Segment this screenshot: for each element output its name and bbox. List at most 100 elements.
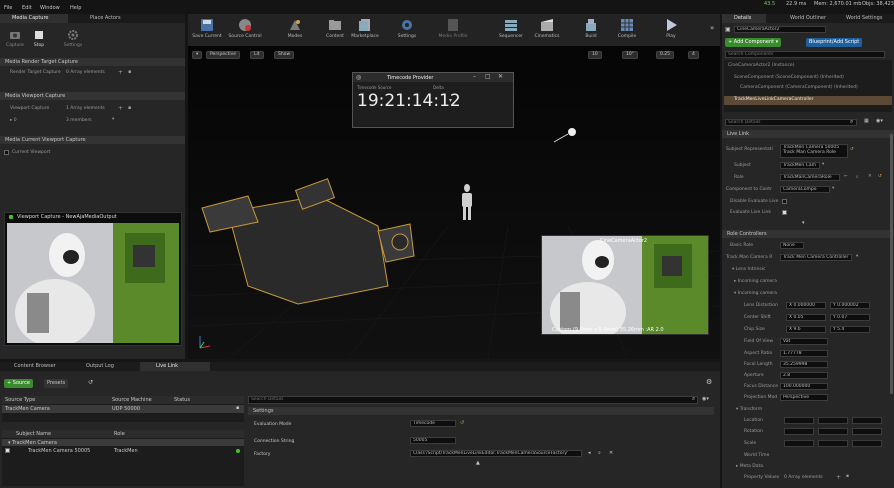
live-link-section[interactable]: Live Link [722, 130, 894, 138]
show-button[interactable]: Show [274, 51, 295, 59]
scale-z-input[interactable] [852, 440, 882, 447]
browse-arrow-icon[interactable]: ◂ [588, 450, 591, 456]
center-shift-y-input[interactable]: Y 0.07 [830, 314, 870, 321]
subject-dropdown[interactable]: TrackMen Cam [780, 162, 820, 169]
menu-window[interactable]: Window [40, 5, 60, 11]
tab-place-actors[interactable]: Place Actors [80, 14, 150, 23]
trash-icon[interactable]: ▪ [128, 69, 131, 75]
clear-icon[interactable]: ✕ [868, 174, 872, 179]
incoming-camera2-row[interactable]: ▾ Incoming camera [722, 290, 894, 299]
search-details-input[interactable]: Search Details [725, 119, 857, 126]
evaluation-mode-dropdown[interactable]: Timecode [410, 420, 456, 427]
trash-icon[interactable]: ▪ [846, 474, 849, 479]
add-source-button[interactable]: + Source [4, 379, 33, 388]
eye-icon[interactable]: ◉▾ [876, 118, 883, 124]
scale-y-input[interactable] [818, 440, 848, 447]
trash-icon[interactable]: ▪ [128, 105, 131, 111]
connection-string-input[interactable]: 50005 [410, 437, 456, 444]
tab-live-link[interactable]: Live Link [140, 362, 210, 371]
camera-speed-button[interactable]: 4 [688, 51, 699, 59]
chevron-down-icon[interactable]: ▾ [832, 186, 834, 191]
projection-mode-dropdown[interactable]: Perspective [780, 394, 828, 401]
basic-role-dropdown[interactable]: None [780, 242, 804, 249]
focus-distance-input[interactable]: 100.000000 [780, 383, 828, 390]
evaluate-live-link-checkbox[interactable] [782, 210, 787, 215]
search-components-input[interactable]: Search Components [725, 51, 885, 58]
aspect-ratio-input[interactable]: 1.77778 [780, 350, 828, 357]
chevron-down-icon[interactable]: ▾ [822, 162, 824, 167]
gear-icon[interactable]: ⚙ [706, 378, 712, 386]
settings-button[interactable]: Settings [58, 26, 88, 52]
remove-source-icon[interactable]: ▪ [236, 405, 239, 411]
add-icon[interactable]: + [118, 69, 123, 76]
incoming-camera-row[interactable]: ▸ Incoming camera [722, 278, 894, 287]
location-y-input[interactable] [818, 417, 848, 424]
search-icon[interactable]: ⌕ [598, 450, 601, 456]
rotation-z-input[interactable] [852, 428, 882, 435]
reset-icon[interactable]: ↺ [460, 420, 464, 426]
source-row[interactable]: TrackMen Camera UDP 50000 ▪ [2, 405, 244, 413]
collapse-arrow-icon[interactable]: ▲ [476, 460, 480, 466]
lens-distortion-y-input[interactable]: Y 0.000002 [830, 302, 870, 309]
actor-name-input[interactable]: CineCameraActor2 [734, 26, 826, 33]
lens-distortion-x-input[interactable]: X 0.000000 [786, 302, 826, 309]
tab-media-capture[interactable]: Media Capture [0, 14, 68, 23]
minimize-icon[interactable]: – [473, 73, 476, 80]
subject-enabled-checkbox[interactable] [5, 448, 10, 453]
rotation-y-input[interactable] [818, 428, 848, 435]
chevron-down-icon[interactable]: ▾ [856, 254, 858, 259]
role-controllers-section[interactable]: Role Controllers [722, 230, 894, 238]
viewport-menu-button[interactable]: ▾ [192, 51, 203, 59]
trackman-camera-dropdown[interactable]: Track Men Camera Controller [780, 254, 852, 261]
focal-length-input[interactable]: 35.259998 [780, 361, 828, 368]
rotation-snap-button[interactable]: 10° [622, 51, 638, 59]
level-viewport[interactable]: ▾ Perspective Lit Show 10 10° 0.25 4 ◎ T… [188, 46, 720, 359]
back-arrow-icon[interactable]: ← [844, 174, 848, 179]
menu-edit[interactable]: Edit [22, 5, 32, 11]
meta-data-row[interactable]: ▸ Meta Data [722, 463, 894, 472]
expand-arrow-icon[interactable]: ▾ [802, 220, 805, 226]
rotation-x-input[interactable] [784, 428, 814, 435]
presets-button[interactable]: Presets [44, 379, 69, 388]
role-dropdown[interactable]: TrackManCameraRole [780, 174, 840, 181]
lit-button[interactable]: Lit [250, 51, 264, 59]
factory-input[interactable]: Class'/Script/TrackMenLiveLinkEditor.Tra… [410, 450, 582, 457]
section-render-target[interactable]: Media Render Target Capture [0, 58, 185, 66]
tab-content-browser[interactable]: Content Browser [0, 362, 68, 371]
subject-row[interactable]: TrackMen Camera 50005 TrackMen [2, 447, 244, 455]
menu-file[interactable]: File [4, 5, 12, 11]
search-icon[interactable]: ⌕ [856, 174, 859, 180]
reset-icon[interactable]: ↺ [850, 147, 854, 152]
location-z-input[interactable] [852, 417, 882, 424]
tab-details[interactable]: Details [722, 14, 766, 23]
chip-size-x-input[interactable]: X 9.6 [786, 326, 826, 333]
component-row[interactable]: CineCameraActor2 (Instance) [724, 62, 892, 71]
subject-rep-field[interactable]: TrackMen Camera 50005 Track Man Camera R… [780, 144, 848, 158]
tab-world-settings[interactable]: World Settings [838, 14, 894, 23]
component-to-control-dropdown[interactable]: CameraCompo [780, 186, 830, 193]
close-icon[interactable]: ✕ [498, 73, 503, 80]
maximize-icon[interactable]: □ [485, 73, 491, 80]
add-icon[interactable]: + [836, 474, 841, 481]
scale-snap-button[interactable]: 0.25 [656, 51, 675, 59]
add-component-button[interactable]: + Add Component ▾ [725, 38, 782, 47]
clear-icon[interactable]: ✕ [609, 450, 613, 456]
details-scrollbar[interactable] [890, 134, 893, 394]
component-row[interactable]: SceneComponent (SceneComponent) (Inherit… [724, 74, 892, 83]
stop-button[interactable]: Stop [28, 26, 50, 52]
add-icon[interactable]: + [118, 105, 123, 112]
location-x-input[interactable] [784, 417, 814, 424]
fov-input[interactable]: Vat [780, 338, 828, 345]
aperture-input[interactable]: 2.8 [780, 372, 828, 379]
transform-row[interactable]: ▾ Transform [722, 406, 894, 415]
settings-section[interactable]: Settings [248, 407, 714, 415]
disable-eval-checkbox[interactable] [782, 199, 787, 204]
section-current-viewport[interactable]: Media Current Viewport Capture [0, 136, 185, 144]
component-row[interactable]: CameraComponent (CameraComponent) (Inher… [724, 84, 892, 93]
tab-world-outliner[interactable]: World Outliner [782, 14, 832, 23]
live-link-search-input[interactable]: Search Details [248, 396, 698, 404]
capture-button[interactable]: Capture [2, 26, 28, 52]
toolbar-overflow-icon[interactable]: » [710, 24, 714, 32]
lens-intrinsic-row[interactable]: ▾ Lens Intrinsic [722, 266, 894, 275]
chevron-down-icon[interactable]: ▾ [449, 97, 452, 104]
